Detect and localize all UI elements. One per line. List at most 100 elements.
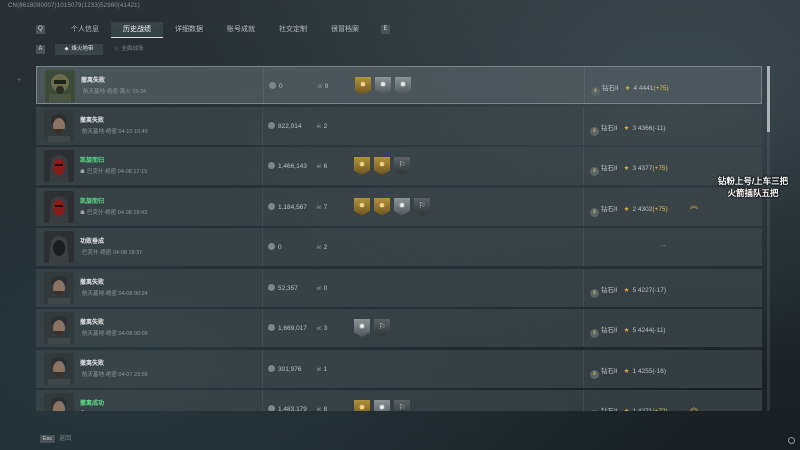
fire-zone-icon: ◆ [64,46,69,52]
extract-value: 0 [268,243,282,251]
extract-value: 1,669,017 [268,324,307,332]
operator-avatar [44,393,74,411]
dark-badge-icon[interactable]: ⚐ [394,400,410,411]
rank-info: Ⅱ钻石II★1 4271(+72) [590,405,668,411]
skull-icon: ☠ [316,203,324,211]
rank-name: 钻石II [601,408,618,411]
location-text: 航天基地·绝密 04-08 00:24 [82,290,148,297]
tab-3[interactable]: 账号成就 [215,22,267,37]
bottom-bar: Esc 返回 [40,433,71,443]
extract-value: 1,483,179 [268,405,307,411]
coin-icon [268,243,275,250]
gold-badge-icon[interactable]: ✸ [355,77,371,95]
match-history-list: 撤离失败 航天基地·绝密·萧火 19:34 0 ☠ 9 ✸ ✹ ✹ Ⅱ 钻石II ★ 4 4441(… [36,66,766,411]
dark-badge-icon[interactable]: ⚐ [414,197,430,216]
column-divider [262,147,263,185]
rank-name: 钻石II [601,367,618,375]
match-location-time: 巴克什·绝密 04-08 18:37 [80,248,142,256]
rank-score: 4271 [638,408,652,411]
score-delta: (-11) [652,327,666,334]
silver-badge-icon[interactable]: ✹ [354,319,370,337]
match-row[interactable]: 撤离失败 航天基地·绝密 04-10 10:49 822,014 ☠ 2 Ⅱ 钻石II ★ 3… [36,106,762,145]
column-divider [262,228,263,266]
rank-name: 钻石II [601,205,618,213]
achievement-badges: ✹ ⚐ [354,319,390,337]
match-row[interactable]: 凯旋而归 ☗ 巴克什·绝密 04-08 18:43 1,184,567 ☠ 7 ✸ ✸ ✹ ⚐ Ⅱ… [36,187,762,226]
rank-score: 4244 [637,327,653,334]
match-row[interactable]: 撤离失败 航天基地·绝密 04-07 23:56 301,976 ☠ 1 Ⅱ 钻石II ★ 1… [36,349,762,388]
coin-icon [268,202,275,210]
rank-diamond-icon: Ⅱ [591,87,600,96]
tab-4[interactable]: 社交定制 [267,22,319,37]
dark-badge-icon[interactable]: ⚐ [394,157,410,175]
subtab-1[interactable]: ◇ 全面战场 [105,44,153,55]
match-result: 撤离失败 [80,279,105,286]
kill-count: ☠ 8 [316,405,327,411]
stream-overlay-text: 钻粉上号/上车三把 火箭插队五把 [712,175,794,199]
coin-icon [268,162,275,169]
gold-badge-icon[interactable]: ✸ [354,197,370,216]
escape-key[interactable]: Esc [40,435,56,443]
prev-subtab-key[interactable]: A [36,45,45,54]
kill-count: ☠ 0 [316,284,327,292]
next-tab-key[interactable]: E [381,25,390,34]
build-id: CN(8618090007)1015079(1233)52980(41421) [8,3,140,9]
match-row[interactable]: 功败垂成 巴克什·绝密 04-08 18:37 0 ☠ 2 -- [36,228,762,266]
gold-badge-icon[interactable]: ✸ [374,197,390,216]
value-text: 1,669,017 [278,325,307,332]
rank-info: Ⅱ 钻石II ★ 3 4366(-11) [590,122,666,136]
match-row[interactable]: 撤离成功☗1,483,179☠ 8✸✹⚐Ⅱ钻石II★1 4271(+72)︽ [36,390,762,411]
tab-5[interactable]: 很冒档案 [319,22,371,37]
skull-icon: ☠ [316,163,324,170]
extract-value: 1,184,567 [268,202,307,211]
kills-text: 1 [323,365,328,373]
rank-empty: -- [661,243,666,250]
column-divider [262,309,263,347]
coin-icon [268,405,275,411]
column-divider [262,106,263,145]
match-location-time: 航天基地·绝密 04-07 23:56 [80,370,148,378]
achievement-badges: ✸ ✸ ⚐ [354,157,410,175]
column-divider [583,106,584,145]
gold-badge-icon[interactable]: ✸ [354,157,370,175]
kill-count: ☠ 2 [316,243,327,251]
skull-icon: ☠ [316,244,324,251]
match-result: 撤离失败 [81,78,106,84]
match-row[interactable]: 凯旋而归 ☗ 巴克什·绝密 04-08 17:19 1,466,143 ☠ 6 ✸ ✸ ⚐ Ⅱ 钻… [36,147,762,185]
rank-name: 钻石II [601,327,618,334]
left-collapse-icon[interactable]: + [17,77,21,84]
silver-badge-icon[interactable]: ✹ [374,400,390,411]
column-divider [584,67,585,105]
settings-icon[interactable] [788,437,795,444]
tab-0[interactable]: 个人信息 [59,22,111,37]
silver-badge-icon[interactable]: ✹ [395,77,411,95]
tab-2[interactable]: 详细数据 [163,22,215,37]
gold-badge-icon[interactable]: ✸ [354,400,370,411]
score-delta: (-16) [652,367,667,375]
column-divider [583,349,584,388]
back-label[interactable]: 返回 [59,436,71,442]
location-text: 巴克什·绝密 04-08 17:19 [86,169,148,175]
gold-badge-icon[interactable]: ✸ [374,157,390,175]
location-text: 巴克什·绝密 04-08 18:37 [82,250,143,256]
prev-tab-key[interactable]: Q [36,25,45,34]
promotion-chevron-icon: ︽ [690,200,698,210]
match-row[interactable]: 撤离失败 航天基地·绝密 04-08 00:09 1,669,017 ☠ 3 ✹ ⚐ Ⅱ 钻石… [36,309,762,347]
match-row[interactable]: 撤离失败 航天基地·绝密·萧火 19:34 0 ☠ 9 ✸ ✹ ✹ Ⅱ 钻石II ★ 4 4441(… [36,66,762,105]
subtab-0[interactable]: ◆ 烽火地带 [55,44,103,55]
operator-avatar [45,70,75,102]
scrollbar-thumb[interactable] [767,66,770,132]
star-icon: ★ [623,286,630,294]
silver-badge-icon[interactable]: ✹ [394,197,410,216]
match-row[interactable]: 撤离失败 航天基地·绝密 04-08 00:24 52,357 ☠ 0 Ⅱ 钻石II ★ 5 … [36,268,762,307]
rank-info: Ⅱ 钻石II ★ 1 4255(-16) [590,365,666,379]
map-icon: ☗ [80,209,85,216]
skull-icon: ☠ [316,325,324,332]
tab-1[interactable]: 历史战绩 [111,21,163,38]
match-result: 撤离失败 [80,320,105,326]
dark-badge-icon[interactable]: ⚐ [374,319,390,337]
silver-badge-icon[interactable]: ✹ [375,77,391,95]
kills-text: 3 [323,325,328,332]
map-icon: ☗ [80,410,85,411]
promotion-chevron-icon: ︽ [690,403,698,411]
